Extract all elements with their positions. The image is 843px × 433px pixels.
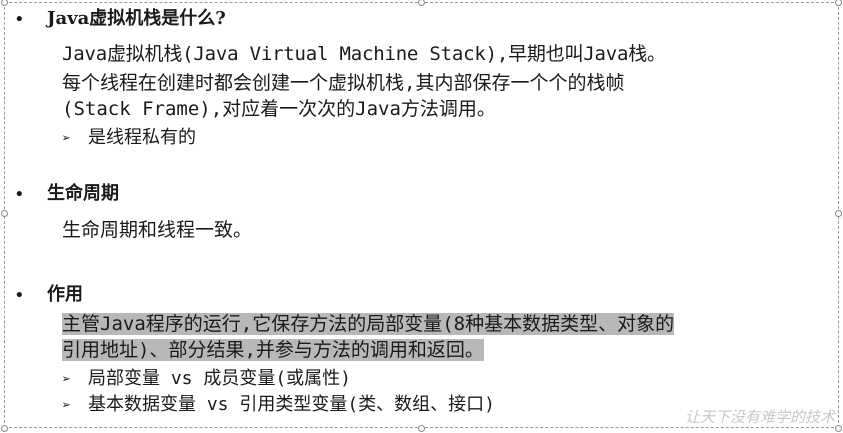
section-heading-purpose: 作用: [47, 284, 83, 305]
highlighted-paragraph-line: 主管Java程序的运行,它保存方法的局部变量(8种基本数据类型、对象的: [62, 312, 675, 337]
sub-point: ➢ 基本数据变量 vs 引用类型变量(类、数组、接口): [62, 393, 495, 417]
highlighted-paragraph-line: 引用地址)、部分结果,并参与方法的调用和返回。: [62, 338, 484, 363]
sub-point-text: 是线程私有的: [88, 127, 196, 148]
sub-point: ➢ 是线程私有的: [62, 126, 196, 150]
slide-text-body[interactable]: • Java虚拟机栈是什么? Java虚拟机栈(Java Virtual Mac…: [0, 0, 843, 433]
text-highlight: 主管Java程序的运行,它保存方法的局部变量(8种基本数据类型、对象的: [62, 313, 675, 335]
sub-point-text: 基本数据变量 vs 引用类型变量(类、数组、接口): [88, 394, 496, 415]
text-highlight: 引用地址)、部分结果,并参与方法的调用和返回。: [62, 339, 484, 361]
arrow-bullet-icon: ➢: [62, 129, 72, 147]
section-heading-lifecycle: 生命周期: [47, 183, 119, 204]
arrow-bullet-icon: ➢: [62, 370, 72, 388]
sub-point: ➢ 局部变量 vs 成员变量(或属性): [62, 367, 351, 391]
sub-point-text: 局部变量 vs 成员变量(或属性): [88, 368, 352, 389]
paragraph-line: Java虚拟机栈(Java Virtual Machine Stack),早期也…: [62, 43, 666, 65]
paragraph-line: (Stack Frame),对应着一次次的Java方法调用。: [62, 98, 496, 120]
bullet-marker: •: [14, 285, 25, 306]
bullet-marker: •: [14, 184, 25, 205]
bullet-marker: •: [14, 9, 25, 30]
paragraph-line: 每个线程在创建时都会创建一个虚拟机栈,其内部保存一个个的栈帧: [62, 72, 625, 94]
paragraph-line: 生命周期和线程一致。: [62, 219, 253, 241]
arrow-bullet-icon: ➢: [62, 396, 72, 414]
section-heading-what-is-jvm-stack: Java虚拟机栈是什么?: [47, 8, 226, 29]
watermark-text: 让天下没有难学的技术: [684, 408, 835, 426]
